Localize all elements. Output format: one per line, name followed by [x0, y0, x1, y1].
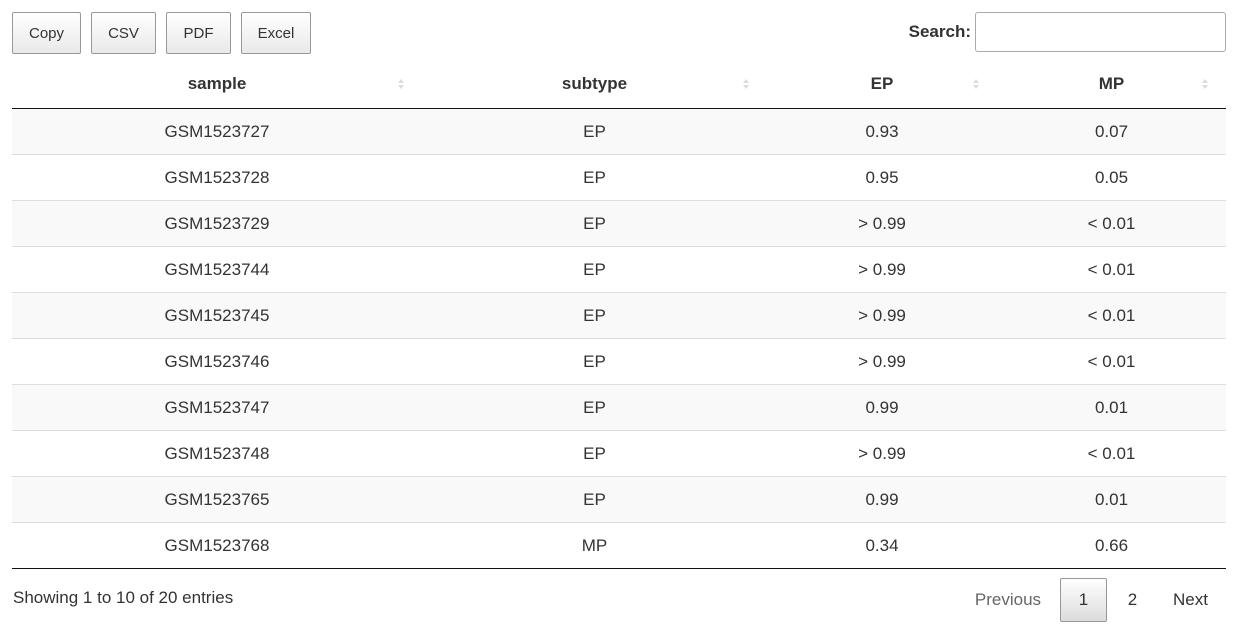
cell-mp: 0.05 [997, 154, 1226, 201]
cell-mp: 0.01 [997, 384, 1226, 431]
column-header-label: sample [187, 74, 247, 93]
sort-icon [973, 79, 979, 89]
cell-ep: > 0.99 [767, 200, 997, 247]
search-filter: Search: [909, 12, 1226, 52]
table-row: GSM1523746 EP > 0.99 < 0.01 [12, 338, 1226, 385]
page-button-1[interactable]: 1 [1060, 578, 1108, 622]
cell-ep: > 0.99 [767, 292, 997, 339]
cell-subtype: EP [422, 384, 767, 431]
table-row: GSM1523748 EP > 0.99 < 0.01 [12, 430, 1226, 477]
cell-sample: GSM1523727 [12, 108, 422, 155]
cell-ep: 0.99 [767, 476, 997, 523]
cell-sample: GSM1523768 [12, 522, 422, 569]
column-header-label: MP [1098, 74, 1125, 93]
next-page-button[interactable]: Next [1156, 578, 1227, 622]
cell-mp: < 0.01 [997, 430, 1226, 477]
cell-sample: GSM1523747 [12, 384, 422, 431]
table-row: GSM1523727 EP 0.93 0.07 [12, 108, 1226, 155]
cell-mp: < 0.01 [997, 292, 1226, 339]
sort-icon [743, 79, 749, 89]
cell-mp: 0.66 [997, 522, 1226, 569]
csv-button[interactable]: CSV [91, 12, 156, 54]
search-label: Search: [908, 22, 971, 41]
table-body: GSM1523727 EP 0.93 0.07 GSM1523728 EP 0.… [12, 108, 1226, 569]
cell-subtype: EP [422, 246, 767, 293]
table-header: sample subtype EP MP [12, 60, 1226, 109]
column-header-subtype[interactable]: subtype [422, 60, 767, 109]
table-row: GSM1523744 EP > 0.99 < 0.01 [12, 246, 1226, 293]
cell-ep: 0.99 [767, 384, 997, 431]
column-header-ep[interactable]: EP [767, 60, 997, 109]
cell-sample: GSM1523765 [12, 476, 422, 523]
pdf-button[interactable]: PDF [166, 12, 231, 54]
table-row: GSM1523728 EP 0.95 0.05 [12, 154, 1226, 201]
sort-icon [1202, 79, 1208, 89]
cell-sample: GSM1523748 [12, 430, 422, 477]
cell-subtype: MP [422, 522, 767, 569]
cell-subtype: EP [422, 154, 767, 201]
cell-ep: 0.93 [767, 108, 997, 155]
export-toolbar: Copy CSV PDF Excel [12, 12, 311, 54]
table-row: GSM1523768 MP 0.34 0.66 [12, 522, 1226, 569]
cell-ep: 0.34 [767, 522, 997, 569]
cell-mp: 0.07 [997, 108, 1226, 155]
excel-button[interactable]: Excel [241, 12, 311, 54]
cell-ep: > 0.99 [767, 430, 997, 477]
cell-sample: GSM1523745 [12, 292, 422, 339]
cell-mp: < 0.01 [997, 200, 1226, 247]
table-row: GSM1523765 EP 0.99 0.01 [12, 476, 1226, 523]
cell-ep: > 0.99 [767, 338, 997, 385]
cell-subtype: EP [422, 200, 767, 247]
data-table: sample subtype EP MP GSM1523727 EP 0.93 … [12, 60, 1226, 569]
pagination: Previous 1 2 Next [964, 578, 1227, 622]
cell-subtype: EP [422, 430, 767, 477]
page-button-2[interactable]: 2 [1109, 578, 1156, 622]
column-header-sample[interactable]: sample [12, 60, 422, 109]
search-input[interactable] [975, 12, 1226, 52]
cell-ep: > 0.99 [767, 246, 997, 293]
cell-sample: GSM1523728 [12, 154, 422, 201]
cell-subtype: EP [422, 338, 767, 385]
cell-ep: 0.95 [767, 154, 997, 201]
cell-mp: 0.01 [997, 476, 1226, 523]
column-header-label: EP [870, 74, 894, 93]
table-row: GSM1523745 EP > 0.99 < 0.01 [12, 292, 1226, 339]
cell-subtype: EP [422, 292, 767, 339]
column-header-label: subtype [561, 74, 628, 93]
table-row: GSM1523729 EP > 0.99 < 0.01 [12, 200, 1226, 247]
datatable-widget: Copy CSV PDF Excel Search: sample subtyp… [0, 0, 1239, 628]
cell-sample: GSM1523746 [12, 338, 422, 385]
cell-subtype: EP [422, 108, 767, 155]
table-row: GSM1523747 EP 0.99 0.01 [12, 384, 1226, 431]
cell-mp: < 0.01 [997, 246, 1226, 293]
cell-subtype: EP [422, 476, 767, 523]
cell-mp: < 0.01 [997, 338, 1226, 385]
table-info: Showing 1 to 10 of 20 entries [13, 588, 234, 607]
cell-sample: GSM1523744 [12, 246, 422, 293]
column-header-mp[interactable]: MP [997, 60, 1226, 109]
previous-page-button[interactable]: Previous [964, 578, 1060, 622]
header-row: sample subtype EP MP [12, 60, 1226, 109]
cell-sample: GSM1523729 [12, 200, 422, 247]
copy-button[interactable]: Copy [12, 12, 81, 54]
sort-icon [398, 79, 404, 89]
